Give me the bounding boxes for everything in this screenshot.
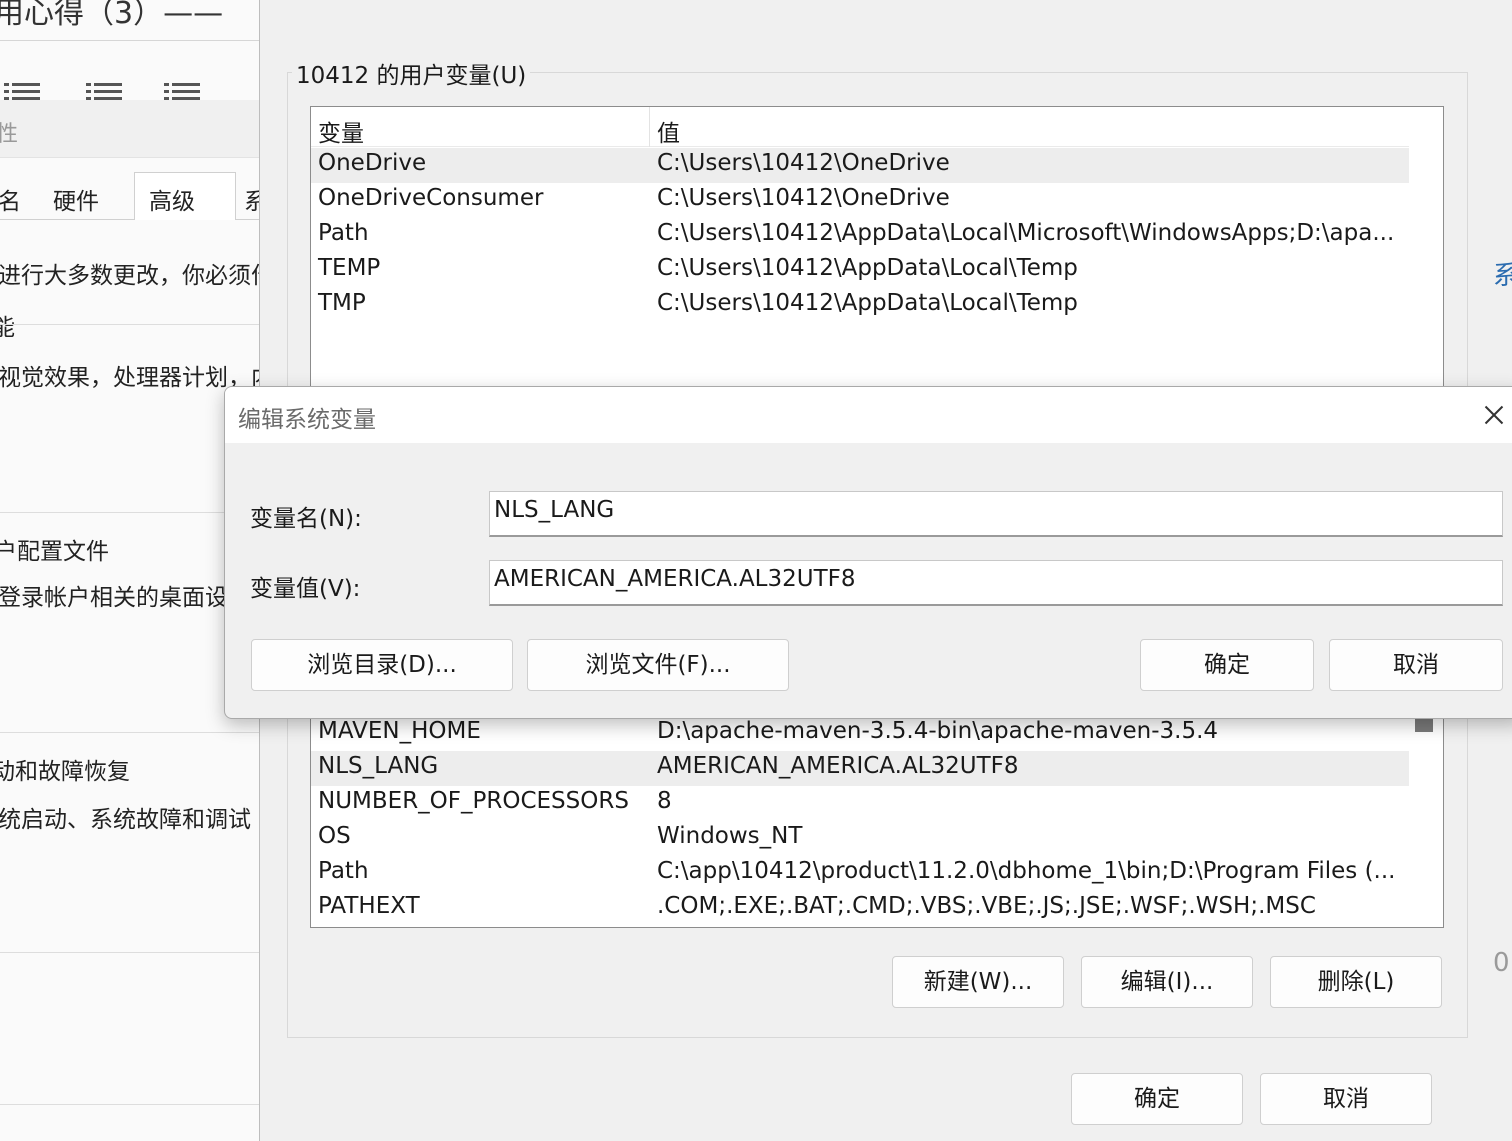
partial-text: 0 <box>1493 948 1510 978</box>
new-variable-button[interactable]: 新建(W)... <box>892 956 1064 1008</box>
variable-value-cell: C:\Users\10412\OneDrive <box>657 150 950 176</box>
divider <box>0 40 262 41</box>
table-row[interactable]: Path C:\app\10412\product\11.2.0\dbhome_1… <box>311 856 1409 891</box>
tab-hardware[interactable]: 硬件 <box>53 182 99 216</box>
column-header-value[interactable]: 值 <box>657 114 680 148</box>
browse-file-button[interactable]: 浏览文件(F)... <box>527 639 789 691</box>
table-row[interactable]: TMP C:\Users\10412\AppData\Local\Temp <box>311 288 1409 323</box>
divider <box>0 324 262 325</box>
table-row[interactable]: MAVEN_HOME D:\apache-maven-3.5.4-bin\apac… <box>311 716 1409 751</box>
variable-name-cell: PATHEXT <box>318 893 420 919</box>
admin-note: 进行大多数更改，你必须作 <box>0 263 262 289</box>
system-variables-list[interactable]: MAVEN_HOME D:\apache-maven-3.5.4-bin\apac… <box>310 700 1444 928</box>
browse-directory-button[interactable]: 浏览目录(D)... <box>251 639 513 691</box>
variable-value-cell: 8 <box>657 788 672 814</box>
table-row[interactable]: TEMP C:\Users\10412\AppData\Local\Temp <box>311 253 1409 288</box>
document-title: 用心得（3）—— <box>0 0 224 31</box>
bullet-list-icon[interactable] <box>4 80 40 102</box>
checklist-icon[interactable] <box>164 80 200 102</box>
column-divider[interactable] <box>649 107 650 147</box>
scrollbar-thumb[interactable] <box>1415 718 1433 732</box>
column-header-variable[interactable]: 变量 <box>318 114 364 148</box>
variable-value-cell: Windows_NT <box>657 823 803 849</box>
tab-advanced[interactable]: 高级 <box>149 182 195 216</box>
dialog-titlebar[interactable]: 编辑系统变量 <box>225 387 1512 443</box>
cancel-button[interactable]: 取消 <box>1329 639 1503 691</box>
variable-name-cell: Path <box>318 858 369 884</box>
table-row[interactable]: PATHEXT .COM;.EXE;.BAT;.CMD;.VBS;.VBE;.JS… <box>311 891 1409 926</box>
variable-value-input[interactable] <box>489 560 1503 606</box>
startup-description: 统启动、系统故障和调试 <box>0 807 251 833</box>
variable-name-cell: MAVEN_HOME <box>318 718 481 744</box>
dialog-title: 编辑系统变量 <box>238 407 376 433</box>
user-variables-label: 10412 的用户变量(U) <box>292 56 531 90</box>
variable-name-cell: NUMBER_OF_PROCESSORS <box>318 788 629 814</box>
variable-name-cell: Path <box>318 220 369 246</box>
ok-button[interactable]: 确定 <box>1140 639 1314 691</box>
variable-value-cell: D:\apache-maven-3.5.4-bin\apache-maven-3… <box>657 718 1219 744</box>
variable-name-input[interactable] <box>489 491 1503 537</box>
variable-value-cell: C:\Users\10412\OneDrive <box>657 185 950 211</box>
variable-name-cell: TEMP <box>318 255 381 281</box>
cancel-button[interactable]: 取消 <box>1260 1073 1432 1125</box>
variable-value-cell: C:\app\10412\product\11.2.0\dbhome_1\bin… <box>657 858 1396 884</box>
close-icon[interactable] <box>1475 399 1511 431</box>
edit-variable-button[interactable]: 编辑(I)... <box>1081 956 1253 1008</box>
variable-name-cell: OneDriveConsumer <box>318 185 544 211</box>
variable-value-cell: C:\Users\10412\AppData\Local\Temp <box>657 255 1078 281</box>
variable-value-cell: C:\Users\10412\AppData\Local\Microsoft\W… <box>657 220 1395 246</box>
divider <box>0 732 262 733</box>
variable-name-cell: OS <box>318 823 351 849</box>
table-row[interactable]: OS Windows_NT <box>311 821 1409 856</box>
list-header: 变量 值 <box>311 107 1409 147</box>
variable-value-cell: .COM;.EXE;.BAT;.CMD;.VBS;.VBE;.JS;.JSE;.… <box>657 893 1316 919</box>
divider <box>0 952 262 953</box>
tab-strip: 名 硬件 高级 系 <box>0 172 262 220</box>
partial-text: 系 <box>1493 261 1512 291</box>
performance-heading: 能 <box>0 315 15 341</box>
variable-name-cell: TMP <box>318 290 366 316</box>
edit-system-variable-dialog: 编辑系统变量 变量名(N): 变量值(V): 浏览目录(D)... 浏览文件(F… <box>224 386 1512 719</box>
tab-computer-name[interactable]: 名 <box>0 182 21 216</box>
divider <box>0 512 262 513</box>
user-variables-list[interactable]: 变量 值 OneDrive C:\Users\10412\OneDrive OneD… <box>310 106 1444 402</box>
delete-variable-button[interactable]: 删除(L) <box>1270 956 1442 1008</box>
table-row[interactable]: OneDriveConsumer C:\Users\10412\OneDrive <box>311 183 1409 218</box>
table-row[interactable]: NLS_LANG AMERICAN_AMERICA.AL32UTF8 <box>311 751 1409 786</box>
variable-name-cell: NLS_LANG <box>318 753 439 779</box>
table-row[interactable]: Path C:\Users\10412\AppData\Local\Microso… <box>311 218 1409 253</box>
profile-description: 登录帐户相关的桌面设 <box>0 585 228 611</box>
divider <box>0 1104 262 1105</box>
performance-description: 视觉效果，处理器计划，内 <box>0 365 262 391</box>
variable-value-label: 变量值(V): <box>250 576 361 602</box>
table-row[interactable]: NUMBER_OF_PROCESSORS 8 <box>311 786 1409 821</box>
numbered-list-icon[interactable] <box>86 80 122 102</box>
startup-heading: 动和故障恢复 <box>0 759 130 785</box>
properties-title-strip: 性 <box>0 100 262 158</box>
variable-value-cell: AMERICAN_AMERICA.AL32UTF8 <box>657 753 1019 779</box>
properties-title-fragment: 性 <box>0 122 19 147</box>
ok-button[interactable]: 确定 <box>1071 1073 1243 1125</box>
table-row[interactable]: OneDrive C:\Users\10412\OneDrive <box>311 148 1409 183</box>
variable-value-cell: C:\Users\10412\AppData\Local\Temp <box>657 290 1078 316</box>
variable-name-label: 变量名(N): <box>250 506 362 532</box>
system-properties-window: 用心得（3）—— 性 名 硬件 高级 系 进行大多数更改，你必须作 能 视觉效果… <box>0 0 262 1141</box>
profile-heading: 户配置文件 <box>0 539 109 565</box>
variable-name-cell: OneDrive <box>318 150 427 176</box>
